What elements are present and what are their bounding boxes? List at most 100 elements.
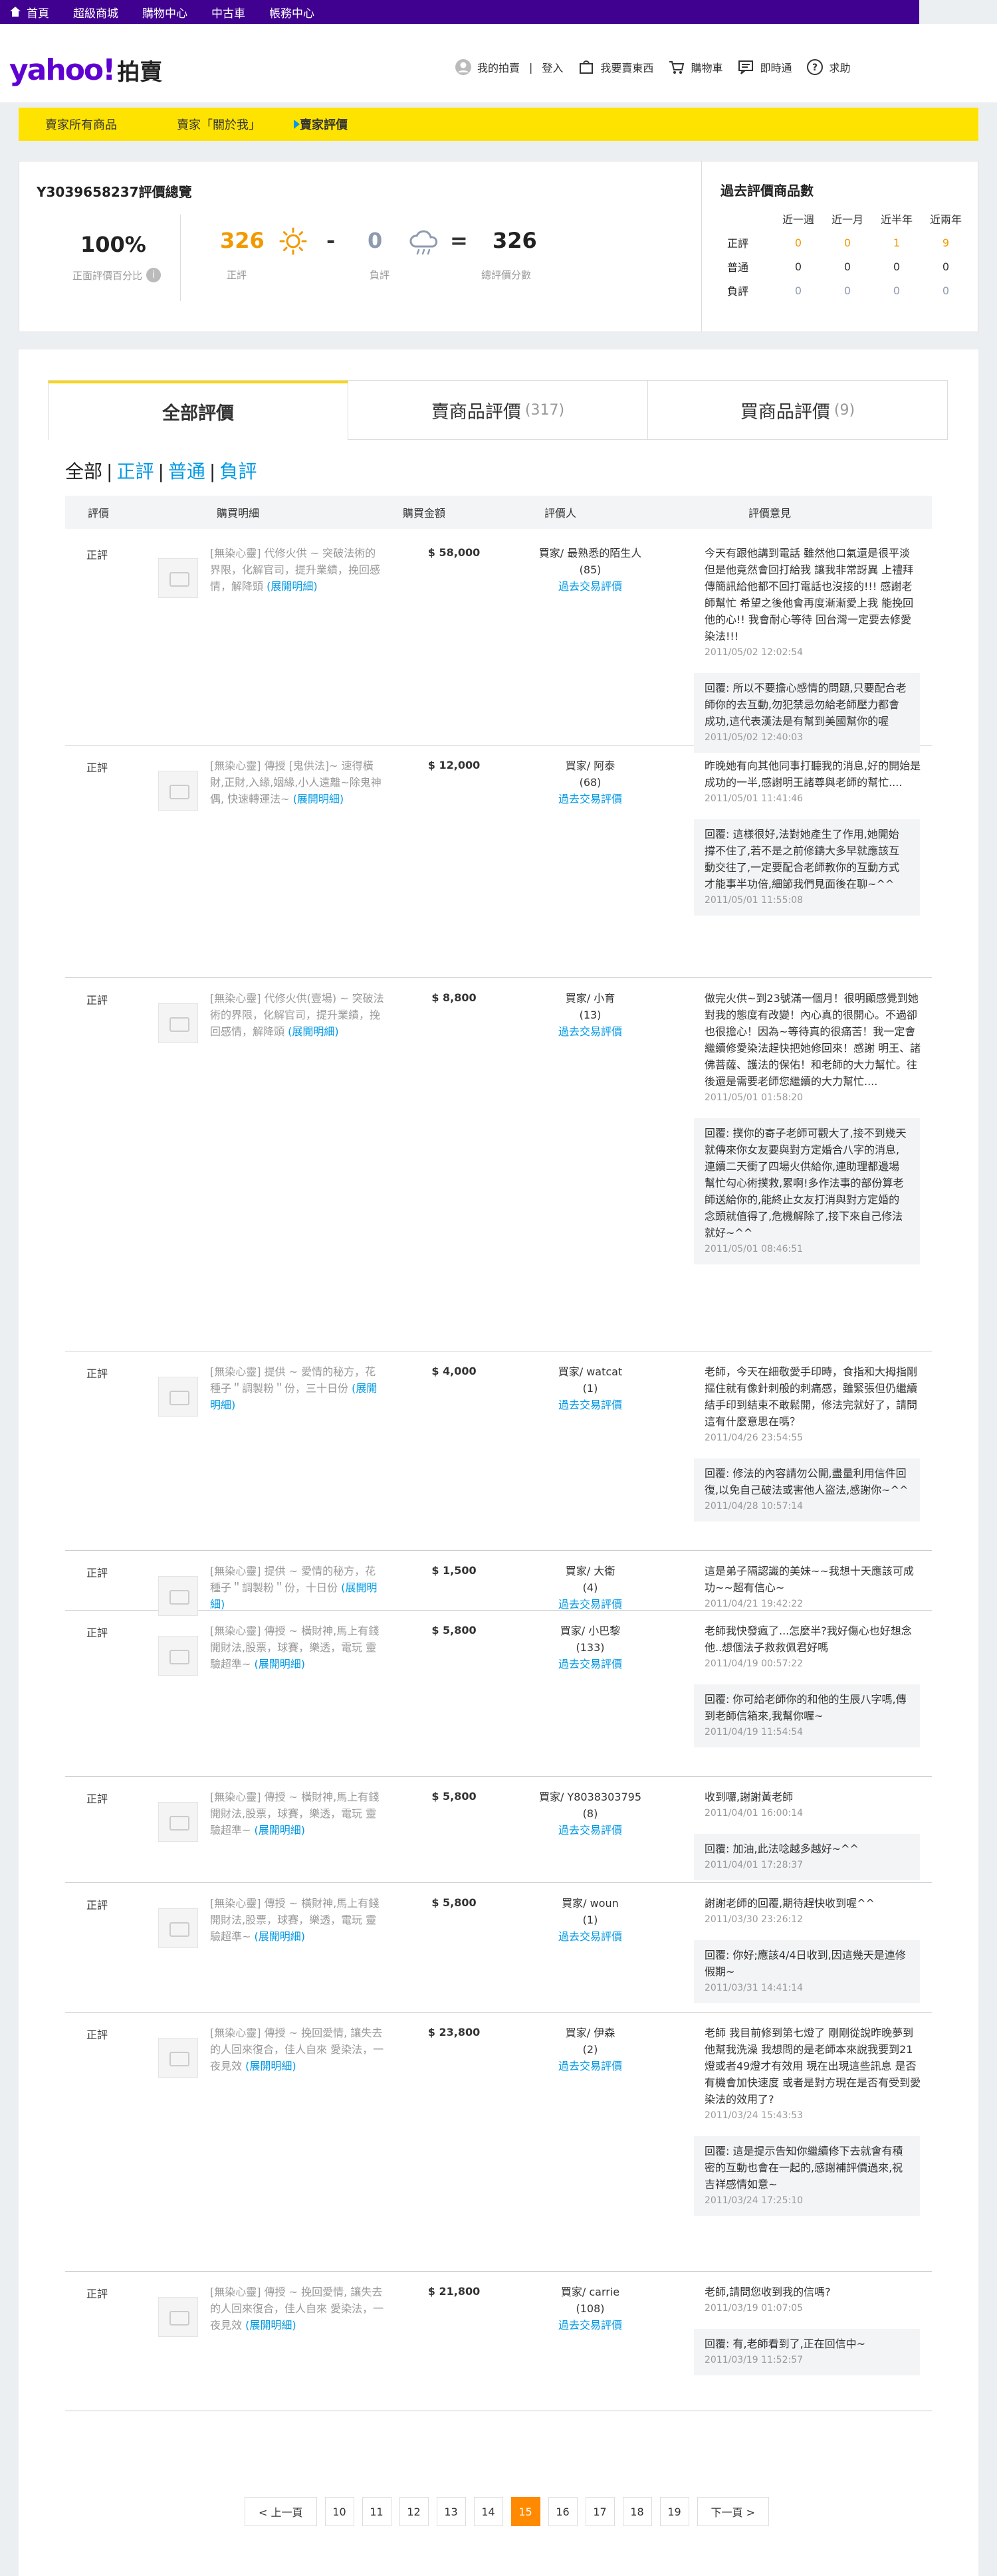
nav-shopping[interactable]: 購物中心 (142, 4, 187, 21)
positive-label: 正評 (227, 269, 247, 281)
tab-seller-ratings[interactable]: 賣商品評價 (317) (348, 381, 647, 440)
filter-negative[interactable]: 負評 (219, 460, 257, 482)
expand-details-link[interactable]: (展開明細) (245, 2319, 296, 2331)
tab-buyer-ratings[interactable]: 買商品評價 (9) (647, 381, 947, 440)
rater-name[interactable]: 買家/ 小巴黎 (510, 1623, 670, 1639)
breadcrumb-about[interactable]: 賣家「關於我」 (177, 116, 261, 133)
item-thumbnail-icon[interactable] (158, 1003, 198, 1043)
seller-reply: 回覆: 你好;應該4/4日收到,因這幾天是連修假期~ 2011/03/31 14:… (694, 1940, 920, 2003)
page-button[interactable]: 10 (324, 2497, 354, 2526)
tab-all-ratings[interactable]: 全部評價 (49, 381, 348, 440)
chat-icon (738, 60, 754, 74)
past-ratings-link[interactable]: 過去交易評價 (510, 1023, 670, 1040)
rating-opinion: 今天有跟他講到電話 雖然他口氣還是很平淡 但是他竟然會回打給我 讓我非常訝異 上… (694, 545, 921, 753)
expand-details-link[interactable]: (展開明細) (245, 2060, 296, 2072)
sell-link[interactable]: 我要賣東西 (578, 58, 653, 76)
rater-name[interactable]: 買家/ Y8038303795 (510, 1789, 670, 1805)
nav-used-car[interactable]: 中古車 (211, 4, 245, 21)
item-thumbnail-icon[interactable] (158, 558, 198, 598)
item-thumbnail-icon[interactable] (158, 2038, 198, 2078)
breadcrumb-all-items[interactable]: 賣家所有商品 (45, 116, 117, 133)
past-ratings-link[interactable]: 過去交易評價 (510, 2058, 670, 2074)
history-table: 近一週 近一月 近半年 近兩年 正評 0 0 1 9 普通 0 0 0 0 負評 (727, 207, 970, 302)
expand-details-link[interactable]: (展開明細) (267, 580, 318, 593)
page-button[interactable]: 13 (436, 2497, 466, 2526)
rater-name[interactable]: 買家/ 最熟悉的陌生人 (510, 545, 670, 561)
reply-time: 2011/05/02 12:40:03 (705, 732, 804, 743)
help-link[interactable]: ? 求助 (806, 58, 850, 76)
filter-neutral[interactable]: 普通 (168, 460, 205, 482)
history-box: 過去評價商品數 近一週 近一月 近半年 近兩年 正評 0 0 1 9 普通 0 … (701, 161, 979, 332)
info-icon[interactable]: i (146, 268, 162, 282)
rater-name[interactable]: 買家/ watcat (510, 1363, 670, 1380)
messenger-link[interactable]: 即時通 (737, 58, 792, 76)
header-separator: | (529, 60, 533, 74)
page-button[interactable]: 14 (473, 2497, 503, 2526)
rating-value: 正評 (86, 994, 108, 1007)
reply-time: 2011/05/01 11:55:08 (705, 895, 804, 906)
past-ratings-link[interactable]: 過去交易評價 (510, 578, 670, 595)
expand-details-link[interactable]: (展開明細) (255, 1658, 306, 1670)
page-button[interactable]: 16 (548, 2497, 578, 2526)
item-thumbnail-icon[interactable] (158, 2297, 198, 2337)
page-button[interactable]: 18 (622, 2497, 652, 2526)
rater-name[interactable]: 買家/ 大衛 (510, 1563, 670, 1579)
opinion-time: 2011/03/19 01:07:05 (705, 2303, 804, 2314)
rater-count: (108) (576, 2302, 605, 2315)
past-ratings-link[interactable]: 過去交易評價 (510, 1928, 670, 1945)
item-thumbnail-icon[interactable] (158, 771, 198, 811)
rater-count: (85) (579, 563, 602, 576)
item-description: [無染心靈] 代修火供 ~ 突破法術的界限，化解官司，提升業績，挽回感情，解降頭… (210, 547, 381, 593)
cart-link[interactable]: 購物車 (668, 58, 722, 76)
filter-all[interactable]: 全部 (65, 460, 102, 482)
past-ratings-link[interactable]: 過去交易評價 (510, 1397, 670, 1413)
expand-details-link[interactable]: (展開明細) (255, 1824, 306, 1836)
expand-details-link[interactable]: (展開明細) (293, 793, 344, 805)
breadcrumb-arrow-icon (294, 120, 300, 129)
rater-name[interactable]: 買家/ 阿泰 (510, 757, 670, 774)
page-button[interactable]: 11 (362, 2497, 391, 2526)
rater-count: (13) (579, 1009, 602, 1021)
prev-page-button[interactable]: < 上一頁 (245, 2497, 317, 2526)
total-score: 326 (493, 228, 537, 253)
page-button[interactable]: 19 (659, 2497, 689, 2526)
item-thumbnail-icon[interactable] (158, 1908, 198, 1948)
breadcrumb-ratings[interactable]: 賣家評價 (300, 116, 348, 133)
rater-count: (8) (582, 1807, 598, 1820)
past-ratings-link[interactable]: 過去交易評價 (510, 791, 670, 807)
table-row: 正評 [無染心靈] 代修火供 ~ 突破法術的界限，化解官司，提升業績，挽回感情，解… (65, 533, 932, 753)
rater-name[interactable]: 買家/ 小育 (510, 990, 670, 1007)
item-thumbnail-icon[interactable] (158, 1576, 198, 1616)
nav-billing[interactable]: 帳務中心 (269, 4, 314, 21)
past-ratings-link[interactable]: 過去交易評價 (510, 1656, 670, 1672)
rater-name[interactable]: 買家/ 伊森 (510, 2025, 670, 2041)
reply-text: 回覆: 修法的內容請勿公開,盡量利用信件回復,以免自己破法或害他人盜法,感謝你~… (705, 1467, 909, 1496)
item-thumbnail-icon[interactable] (158, 1377, 198, 1417)
seller-reply: 回覆: 撲你的寄子老師可觀大了,接不到幾天就傳來你女友要與對方定婚合八字的消息,… (694, 1118, 920, 1264)
opinion-text: 昨晚她有向其他同事打聽我的消息,好的開始是成功的一半,感謝明王諸尊與老師的幫忙.… (705, 759, 921, 789)
item-thumbnail-icon[interactable] (158, 1802, 198, 1842)
page-button[interactable]: 17 (585, 2497, 615, 2526)
opinion-text: 老師,請問您收到我的信嗎? (705, 2286, 831, 2298)
page-button[interactable]: 12 (399, 2497, 429, 2526)
filter-positive[interactable]: 正評 (116, 460, 154, 482)
login-link[interactable]: 登入 (542, 59, 563, 75)
rater-info: 買家/ Y8038303795 (8) 過去交易評價 (510, 1789, 670, 1838)
rater-name[interactable]: 買家/ woun (510, 1895, 670, 1912)
page-button-current[interactable]: 15 (510, 2497, 540, 2526)
nav-mall[interactable]: 超級商城 (73, 4, 118, 21)
yahoo-logo[interactable]: yahoo! 拍賣 (9, 53, 162, 87)
opinion-time: 2011/03/24 15:43:53 (705, 2110, 804, 2121)
my-auction-link[interactable]: 我的拍賣 (455, 58, 520, 76)
item-thumbnail-icon[interactable] (158, 1636, 198, 1676)
past-ratings-link[interactable]: 過去交易評價 (510, 2317, 670, 2333)
negative-label: 負評 (370, 269, 390, 281)
past-ratings-link[interactable]: 過去交易評價 (510, 1822, 670, 1838)
col-rater: 評價人 (544, 507, 576, 520)
expand-details-link[interactable]: (展開明細) (255, 1930, 306, 1943)
nav-home[interactable]: 首頁 (9, 4, 49, 21)
rater-name[interactable]: 買家/ carrie (510, 2284, 670, 2300)
expand-details-link[interactable]: (展開明細) (288, 1025, 339, 1038)
positive-percent: 100% (80, 232, 146, 257)
next-page-button[interactable]: 下一頁 > (697, 2497, 769, 2526)
